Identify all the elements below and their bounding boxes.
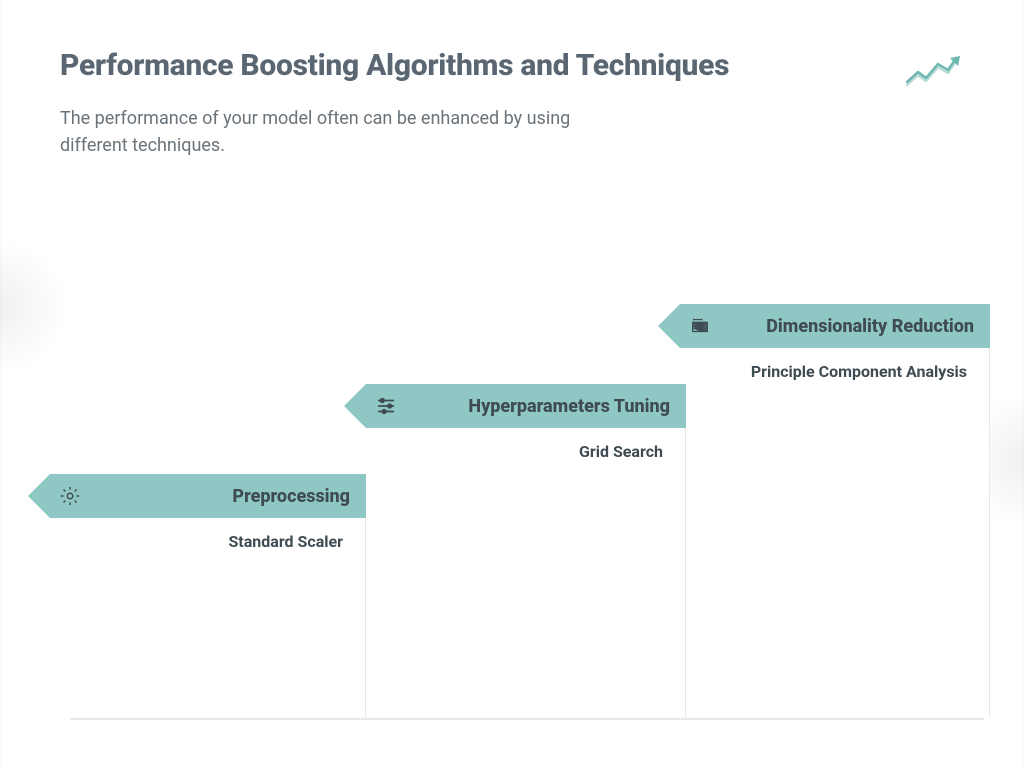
step-panel: Standard Scaler <box>70 518 366 718</box>
grid-reduce-icon <box>688 314 712 338</box>
trend-up-icon <box>904 52 964 92</box>
baseline <box>70 718 984 720</box>
page-title: Performance Boosting Algorithms and Tech… <box>60 48 964 83</box>
step-label: Dimensionality Reduction <box>680 304 990 348</box>
step-label: Preprocessing <box>50 474 366 518</box>
step-item: Standard Scaler <box>92 532 343 551</box>
step-label-text: Preprocessing <box>232 486 350 507</box>
step-label-text: Hyperparameters Tuning <box>468 396 670 417</box>
sliders-icon <box>374 394 398 418</box>
page-subtitle: The performance of your model often can … <box>60 105 620 159</box>
step-panel: Principle Component Analysis <box>690 348 990 718</box>
step-label: Hyperparameters Tuning <box>366 384 686 428</box>
step-item: Grid Search <box>398 442 663 461</box>
stair-diagram: Preprocessing Standard Scaler <box>70 290 984 720</box>
gear-icon <box>58 484 82 508</box>
step-panel: Grid Search <box>376 428 686 718</box>
slide: Performance Boosting Algorithms and Tech… <box>0 0 1024 768</box>
step-item: Principle Component Analysis <box>712 362 967 381</box>
step-label-text: Dimensionality Reduction <box>766 316 974 337</box>
